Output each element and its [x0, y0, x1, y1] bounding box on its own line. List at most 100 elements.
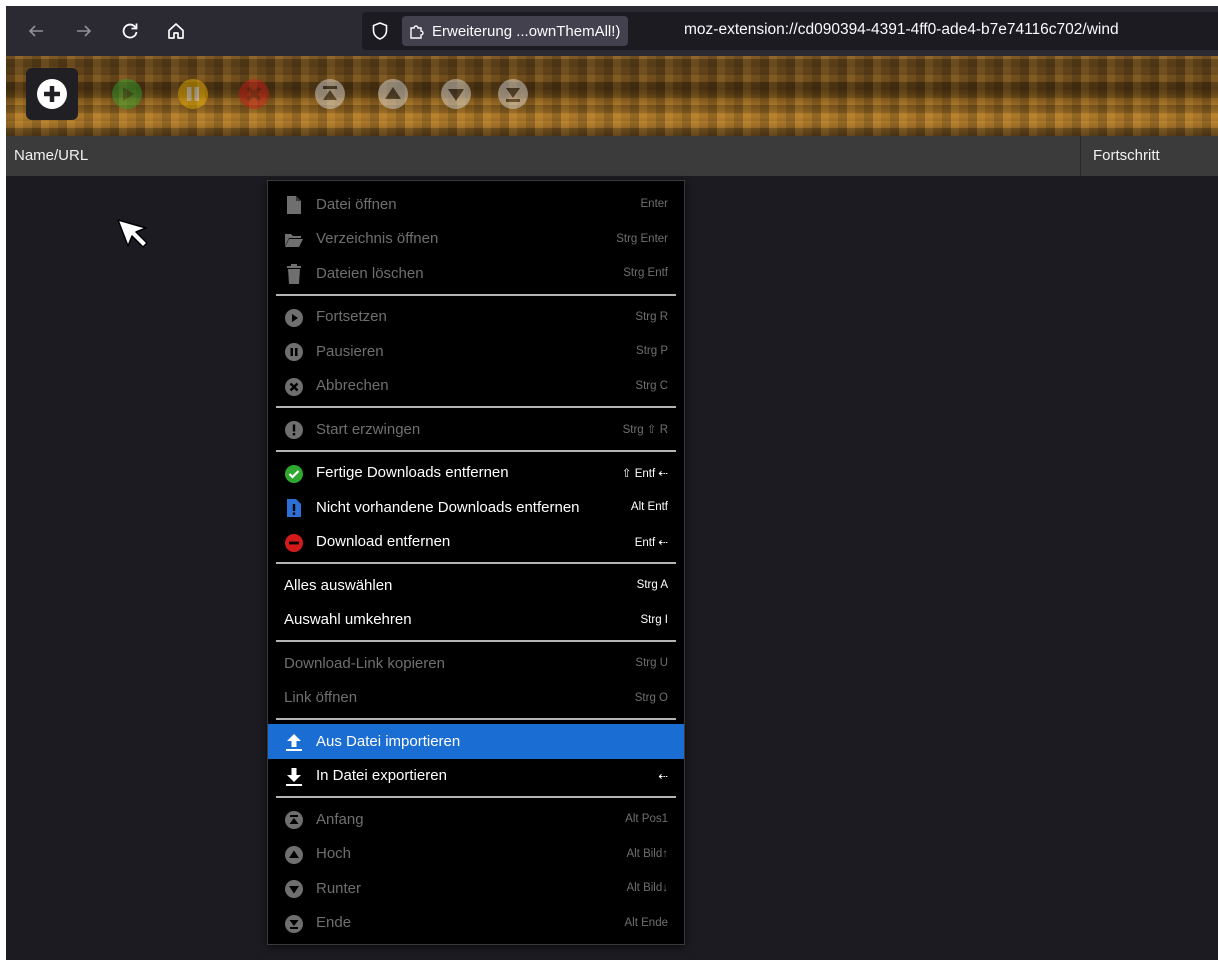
menu-item-label: Download-Link kopieren — [284, 654, 445, 672]
move-top-button[interactable] — [312, 76, 348, 112]
menu-separator — [276, 640, 676, 642]
reload-icon[interactable] — [114, 15, 146, 47]
cancel-icon — [239, 79, 269, 109]
menu-item-copy-link[interactable]: Download-Link kopieren Strg U — [268, 646, 684, 681]
download-icon — [284, 767, 304, 787]
menu-item-shortcut: Strg I — [640, 613, 668, 626]
menu-item-export[interactable]: In Datei exportieren ⇠ — [268, 759, 684, 794]
menu-item-pause[interactable]: Pausieren Strg P — [268, 334, 684, 369]
menu-item-select-all[interactable]: Alles auswählen Strg A — [268, 568, 684, 603]
menu-separator — [276, 406, 676, 408]
home-icon[interactable] — [160, 15, 192, 47]
menu-item-shortcut: ⇠ — [658, 770, 668, 783]
menu-item-remove-download[interactable]: Download entfernen Entf ⇠ — [268, 525, 684, 560]
menu-item-shortcut: Strg U — [635, 657, 668, 670]
pause-button[interactable] — [175, 76, 211, 112]
menu-item-label: In Datei exportieren — [316, 767, 447, 785]
extension-identity-box[interactable]: Erweiterung ...ownThemAll!) — [402, 16, 629, 46]
identity-label: Erweiterung ...ownThemAll!) — [432, 22, 621, 40]
menu-item-remove-missing[interactable]: Nicht vorhandene Downloads entfernen Alt… — [268, 490, 684, 525]
menu-item-shortcut: Strg C — [635, 379, 668, 392]
column-separator[interactable] — [1080, 136, 1081, 176]
menu-item-open-directory[interactable]: Verzeichnis öffnen Strg Enter — [268, 222, 684, 257]
puzzle-icon — [410, 25, 424, 39]
add-button[interactable] — [26, 68, 78, 120]
menu-item-label: Dateien löschen — [316, 264, 424, 282]
menu-item-label: Runter — [316, 879, 362, 897]
menu-separator — [276, 293, 676, 296]
menu-item-shortcut: Enter — [640, 198, 669, 211]
menu-item-open-link[interactable]: Link öffnen Strg O — [268, 681, 684, 716]
menu-item-label: Alles auswählen — [284, 576, 393, 594]
mouse-cursor-icon — [116, 218, 150, 257]
menu-item-label: Datei öffnen — [316, 195, 397, 213]
resume-button[interactable] — [109, 76, 145, 112]
move-down-button[interactable] — [438, 76, 474, 112]
arrow-left-icon[interactable] — [20, 15, 52, 47]
menu-separator — [276, 449, 676, 452]
exclamation-circle-icon — [284, 420, 304, 440]
menu-item-move-bottom[interactable]: Ende Alt Ende — [268, 906, 684, 941]
url-bar[interactable]: Erweiterung ...ownThemAll!) moz-extensio… — [362, 12, 1218, 50]
menu-item-label: Hoch — [316, 845, 352, 863]
cancel-circle-icon — [284, 377, 304, 397]
up-icon — [378, 79, 408, 109]
down-icon — [441, 79, 471, 109]
folder-open-icon — [284, 230, 304, 250]
menu-item-shortcut: Strg A — [636, 579, 668, 592]
menu-item-label: Anfang — [316, 810, 364, 828]
menu-item-shortcut: Alt Pos1 — [625, 813, 668, 826]
menu-item-label: Aus Datei importieren — [316, 732, 461, 750]
menu-item-open-file[interactable]: Datei öffnen Enter — [268, 187, 684, 222]
move-up-icon — [284, 845, 304, 865]
minus-circle-icon — [284, 533, 304, 553]
menu-item-delete-files[interactable]: Dateien löschen Strg Entf — [268, 256, 684, 291]
move-top-icon — [284, 810, 304, 830]
move-up-button[interactable] — [375, 76, 411, 112]
pause-circle-icon — [284, 342, 304, 362]
menu-item-label: Pausieren — [316, 342, 384, 360]
menu-item-move-top[interactable]: Anfang Alt Pos1 — [268, 802, 684, 837]
check-circle-icon — [284, 464, 304, 484]
bottom-icon — [498, 79, 528, 109]
menu-item-shortcut: Strg P — [636, 345, 668, 358]
top-icon — [315, 79, 345, 109]
menu-item-shortcut: Entf ⇠ — [634, 536, 668, 549]
menu-item-shortcut: Alt Bild↑ — [626, 847, 668, 860]
menu-item-label: Fortsetzen — [316, 308, 387, 326]
menu-item-move-down[interactable]: Runter Alt Bild↓ — [268, 871, 684, 906]
menu-item-shortcut: Strg Entf — [623, 267, 668, 280]
menu-item-label: Auswahl umkehren — [284, 611, 412, 629]
menu-item-cancel[interactable]: Abbrechen Strg C — [268, 369, 684, 404]
column-name-url[interactable]: Name/URL — [14, 147, 88, 164]
menu-item-force-start[interactable]: Start erzwingen Strg ⇧ R — [268, 412, 684, 447]
move-down-icon — [284, 879, 304, 899]
downloads-toolbar — [6, 56, 1218, 136]
menu-separator — [276, 718, 676, 720]
context-menu: Datei öffnen Enter Verzeichnis öffnen St… — [267, 180, 685, 945]
play-circle-icon — [284, 308, 304, 328]
browser-navbar: Erweiterung ...ownThemAll!) moz-extensio… — [6, 6, 1218, 56]
missing-file-icon — [284, 498, 304, 518]
menu-item-label: Fertige Downloads entfernen — [316, 464, 509, 482]
arrow-right-icon[interactable] — [68, 15, 100, 47]
menu-item-remove-finished[interactable]: Fertige Downloads entfernen ⇧ Entf ⇠ — [268, 456, 684, 491]
menu-separator — [276, 562, 676, 564]
menu-item-shortcut: Strg Enter — [616, 232, 668, 245]
menu-item-invert-selection[interactable]: Auswahl umkehren Strg I — [268, 603, 684, 638]
tracking-protection-icon[interactable] — [370, 21, 390, 41]
url-text[interactable]: moz-extension://cd090394-4391-4ff0-ade4-… — [684, 21, 1119, 39]
menu-item-label: Link öffnen — [284, 689, 358, 707]
menu-item-label: Verzeichnis öffnen — [316, 230, 439, 248]
move-bottom-button[interactable] — [495, 76, 531, 112]
menu-item-label: Start erzwingen — [316, 420, 421, 438]
menu-item-import[interactable]: Aus Datei importieren — [268, 724, 684, 759]
file-icon — [284, 195, 304, 215]
column-progress[interactable]: Fortschritt — [1093, 147, 1160, 164]
menu-item-resume[interactable]: Fortsetzen Strg R — [268, 300, 684, 335]
menu-item-shortcut: Strg R — [635, 310, 668, 323]
menu-item-shortcut: Strg ⇧ R — [622, 424, 668, 437]
menu-item-move-up[interactable]: Hoch Alt Bild↑ — [268, 837, 684, 872]
cancel-button[interactable] — [236, 76, 272, 112]
move-bottom-icon — [284, 914, 304, 934]
